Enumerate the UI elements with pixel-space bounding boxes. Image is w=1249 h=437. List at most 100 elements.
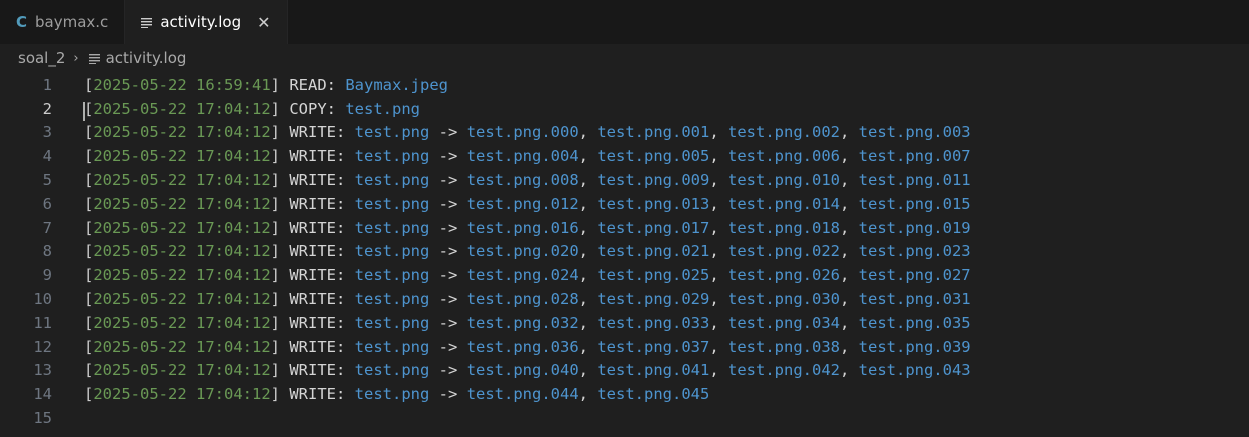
target-file: test.png.036 xyxy=(466,337,579,356)
line-number: 11 xyxy=(33,313,52,332)
arrow: -> xyxy=(438,290,458,309)
target-file: test.png.015 xyxy=(858,194,971,213)
line-content: [2025-05-22 17:04:12] WRITE: test.png ->… xyxy=(84,266,971,284)
operation: READ: xyxy=(289,75,336,94)
source-file: Baymax.jpeg xyxy=(345,75,448,94)
comma: , xyxy=(839,242,859,261)
code-line[interactable]: 14 [2025-05-22 17:04:12] WRITE: test.png … xyxy=(0,382,1249,406)
target-file: test.png.029 xyxy=(597,290,710,309)
breadcrumb: soal_2 › activity.log xyxy=(0,44,1249,72)
timestamp: 2025-05-22 17:04:12 xyxy=(93,194,271,213)
breadcrumb-file[interactable]: activity.log xyxy=(106,49,187,67)
timestamp: 2025-05-22 17:04:12 xyxy=(93,171,271,190)
comma: , xyxy=(709,361,728,380)
bracket: ] xyxy=(270,99,290,118)
comma: , xyxy=(839,218,859,237)
code-line[interactable]: 5 [2025-05-22 17:04:12] WRITE: test.png -… xyxy=(0,168,1249,192)
tab-baymax-c[interactable]: C baymax.c xyxy=(0,0,126,44)
code-line[interactable]: 7 [2025-05-22 17:04:12] WRITE: test.png -… xyxy=(0,216,1249,240)
target-file: test.png.005 xyxy=(597,147,710,166)
bracket: ] xyxy=(270,75,290,94)
code-line[interactable]: 13 [2025-05-22 17:04:12] WRITE: test.png … xyxy=(0,359,1249,383)
source-file: test.png xyxy=(354,123,430,142)
comma: , xyxy=(839,194,859,213)
comma: , xyxy=(709,266,728,285)
line-number: 14 xyxy=(33,385,52,404)
target-file: test.png.014 xyxy=(728,194,840,213)
line-number: 3 xyxy=(42,123,52,142)
operation: WRITE: xyxy=(289,123,346,142)
target-file: test.png.025 xyxy=(597,266,710,285)
line-number: 6 xyxy=(42,194,52,213)
line-content: [2025-05-22 17:04:12] WRITE: test.png ->… xyxy=(84,123,971,141)
log-file-icon xyxy=(88,53,100,64)
code-line[interactable]: 15 xyxy=(0,406,1249,430)
source-file: test.png xyxy=(354,313,430,332)
line-number: 4 xyxy=(42,147,52,166)
arrow: -> xyxy=(438,313,458,332)
operation: COPY: xyxy=(289,99,336,118)
line-number: 1 xyxy=(42,75,52,94)
code-line[interactable]: 10 [2025-05-22 17:04:12] WRITE: test.png … xyxy=(0,287,1249,311)
target-file: test.png.043 xyxy=(858,361,971,380)
operation: WRITE: xyxy=(289,385,346,404)
code-line[interactable]: 9 [2025-05-22 17:04:12] WRITE: test.png -… xyxy=(0,263,1249,287)
code-line[interactable]: 2 [2025-05-22 17:04:12] COPY: test.png xyxy=(0,97,1249,121)
code-line[interactable]: 6 [2025-05-22 17:04:12] WRITE: test.png -… xyxy=(0,192,1249,216)
code-line[interactable]: 4 [2025-05-22 17:04:12] WRITE: test.png -… xyxy=(0,144,1249,168)
code-line[interactable]: 8 [2025-05-22 17:04:12] WRITE: test.png -… xyxy=(0,240,1249,264)
line-content: [2025-05-22 17:04:12] WRITE: test.png ->… xyxy=(84,314,971,332)
target-file: test.png.006 xyxy=(728,147,840,166)
code-line[interactable]: 1 [2025-05-22 16:59:41] READ: Baymax.jpeg xyxy=(0,73,1249,97)
comma: , xyxy=(709,313,728,332)
code-line[interactable]: 12 [2025-05-22 17:04:12] WRITE: test.png … xyxy=(0,335,1249,359)
line-content: [2025-05-22 17:04:12] WRITE: test.png ->… xyxy=(84,219,971,237)
target-file: test.png.019 xyxy=(858,218,971,237)
comma: , xyxy=(839,361,859,380)
line-content: [2025-05-22 17:04:12] WRITE: test.png ->… xyxy=(84,242,971,260)
comma: , xyxy=(578,242,598,261)
source-file: test.png xyxy=(354,290,430,309)
comma: , xyxy=(578,361,598,380)
close-tab-icon[interactable]: ✕ xyxy=(257,13,270,32)
source-file: test.png xyxy=(354,218,430,237)
comma: , xyxy=(578,218,598,237)
comma: , xyxy=(709,290,728,309)
tab-activity-log[interactable]: activity.log ✕ xyxy=(125,0,288,44)
comma: , xyxy=(839,123,859,142)
target-file: test.png.012 xyxy=(466,194,579,213)
line-number: 13 xyxy=(33,361,52,380)
line-content: [2025-05-22 17:04:12] WRITE: test.png ->… xyxy=(84,171,971,189)
operation: WRITE: xyxy=(289,266,346,285)
timestamp: 2025-05-22 17:04:12 xyxy=(93,123,271,142)
line-number: 12 xyxy=(33,337,52,356)
target-file: test.png.010 xyxy=(728,171,840,190)
comma: , xyxy=(578,385,598,404)
target-file: test.png.038 xyxy=(728,337,840,356)
timestamp: 2025-05-22 17:04:12 xyxy=(93,361,271,380)
bracket: [ xyxy=(84,385,94,404)
comma: , xyxy=(578,313,598,332)
target-file: test.png.001 xyxy=(597,123,710,142)
bracket: ] xyxy=(270,266,290,285)
operation: WRITE: xyxy=(289,171,346,190)
target-file: test.png.042 xyxy=(728,361,840,380)
target-file: test.png.030 xyxy=(728,290,840,309)
code-line[interactable]: 3 [2025-05-22 17:04:12] WRITE: test.png -… xyxy=(0,121,1249,145)
code-line[interactable]: 11 [2025-05-22 17:04:12] WRITE: test.png … xyxy=(0,311,1249,335)
editor[interactable]: 1 [2025-05-22 16:59:41] READ: Baymax.jpeg… xyxy=(0,72,1249,430)
breadcrumb-folder[interactable]: soal_2 xyxy=(18,49,65,67)
line-number: 9 xyxy=(42,266,52,285)
target-file: test.png.028 xyxy=(466,290,579,309)
arrow: -> xyxy=(438,242,458,261)
